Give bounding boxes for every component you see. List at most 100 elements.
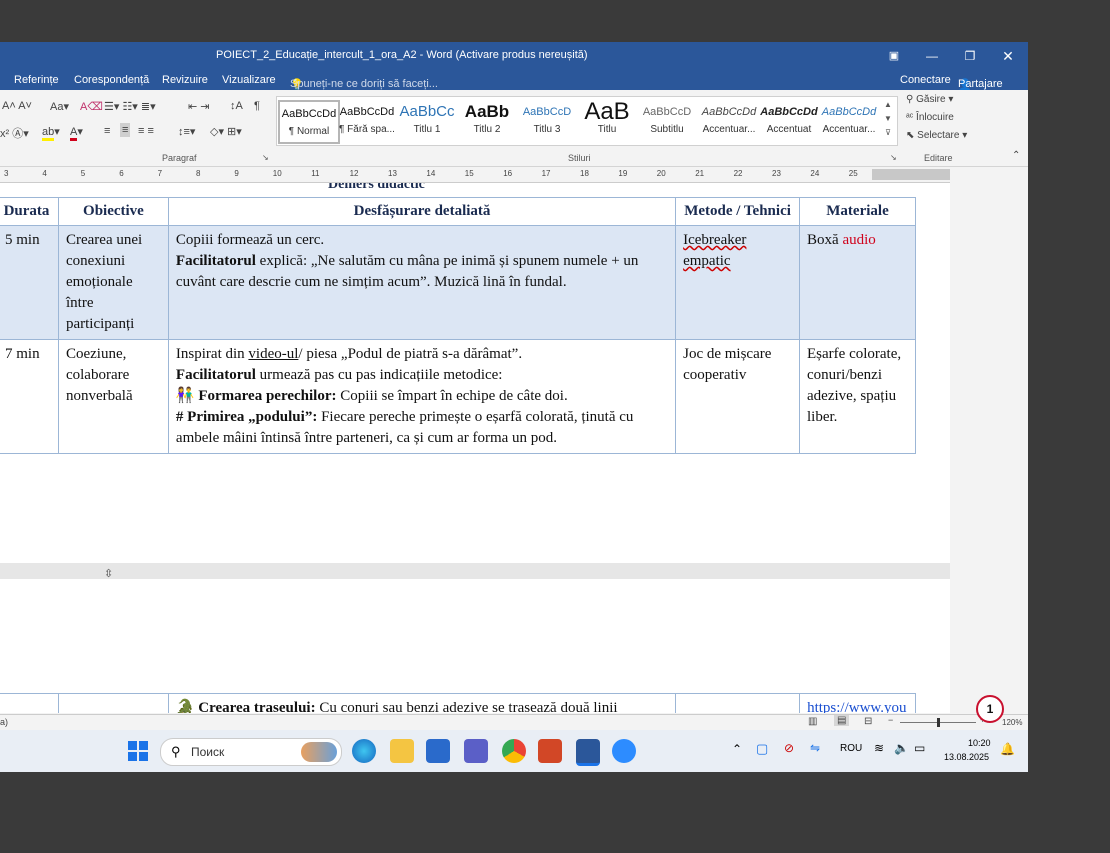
- screen-capture-icon[interactable]: ▢: [756, 741, 768, 757]
- read-mode-icon[interactable]: ▥: [808, 716, 817, 727]
- zoom-app-icon[interactable]: [612, 739, 636, 763]
- collapse-ribbon-icon[interactable]: ⌃: [1012, 150, 1020, 161]
- style-heading-2[interactable]: AaBb Titlu 2: [458, 100, 516, 140]
- network-shared-icon[interactable]: ⇋: [810, 741, 820, 755]
- notification-icon[interactable]: 🔔: [1000, 742, 1015, 756]
- bullets-icon[interactable]: ☰▾ ☷▾ ≣▾: [104, 100, 156, 113]
- wifi-icon[interactable]: ≋: [874, 741, 884, 755]
- teams-icon[interactable]: [464, 739, 488, 763]
- style-subtitle[interactable]: AaBbCcD Subtitlu: [638, 100, 696, 140]
- ruler-tick: 25: [848, 169, 858, 178]
- gallery-scroll[interactable]: ▲ ▼ ⊽: [882, 98, 894, 142]
- align-left-icon[interactable]: ≡: [104, 125, 110, 137]
- cell-materiale[interactable]: https://www.youtube.com/watch?v=nWP9Q: [799, 693, 916, 713]
- styles-group-label: Stiluri: [568, 153, 591, 163]
- print-layout-icon[interactable]: ▤: [834, 715, 850, 726]
- style-preview: AaBbCcDd: [760, 106, 818, 118]
- edge-icon[interactable]: [352, 739, 376, 763]
- tab-referinte[interactable]: Referințe: [14, 74, 59, 86]
- replace-button[interactable]: ᵃᶜ Înlocuire: [906, 112, 954, 123]
- indent-icon[interactable]: ⇤ ⇥: [188, 100, 210, 113]
- change-case-icon[interactable]: Aa▾: [50, 100, 69, 113]
- style-heading-1[interactable]: AaBbCc Titlu 1: [398, 100, 456, 140]
- paragraph-group-label: Paragraf: [162, 153, 197, 163]
- style-preview: AaBbCcDd: [281, 108, 337, 120]
- sort-icon[interactable]: ↕A: [230, 100, 243, 112]
- style-subtle-emphasis[interactable]: AaBbCcDd Accentuar...: [700, 100, 758, 140]
- style-heading-3[interactable]: AaBbCcD Titlu 3: [518, 100, 576, 140]
- select-button[interactable]: ⬉ Selectare ▾: [906, 130, 967, 141]
- style-no-spacing[interactable]: AaBbCcDd ¶ Fără spa...: [338, 100, 396, 140]
- table-header-row: Durata Obiective Desfășurare detaliată M…: [0, 197, 916, 226]
- minimize-button[interactable]: —: [918, 46, 946, 66]
- cell-obiective[interactable]: Coeziune, colaborare nonverbală: [57, 339, 169, 454]
- volume-icon[interactable]: 🔈: [894, 741, 909, 755]
- style-name: Accentuat: [766, 124, 812, 135]
- cell-metode[interactable]: [675, 693, 801, 713]
- connect-link[interactable]: Conectare: [900, 74, 951, 86]
- file-explorer-icon[interactable]: [390, 739, 414, 763]
- replace-label: Înlocuire: [916, 112, 954, 123]
- ruler-tick: 3: [4, 169, 9, 178]
- text-effects-icon[interactable]: x² Ⓐ▾: [0, 125, 29, 141]
- ruler-tick: 16: [503, 169, 513, 178]
- paragraph-launcher-icon[interactable]: ↘: [262, 153, 269, 162]
- cell-durata[interactable]: 7 min: [0, 339, 59, 454]
- ribbon-display-icon[interactable]: ▣: [880, 46, 908, 66]
- battery-icon[interactable]: ▭: [914, 741, 925, 755]
- maximize-button[interactable]: ❐: [956, 46, 984, 66]
- align-center-icon[interactable]: ≡: [120, 123, 131, 137]
- cell-obiective[interactable]: Crearea unei conexiuni emoționale între …: [57, 225, 169, 340]
- text: Inspirat din: [175, 346, 249, 362]
- style-title[interactable]: AaB Titlu: [578, 100, 636, 140]
- cell-desfasurare[interactable]: Inspirat din video-ul/ piesa „Podul de p…: [167, 339, 677, 454]
- web-layout-icon[interactable]: ⊟: [864, 716, 872, 727]
- close-button[interactable]: ✕: [994, 46, 1022, 66]
- chrome-icon[interactable]: [502, 739, 526, 763]
- security-icon[interactable]: ⊘: [784, 741, 794, 755]
- tab-corespondenta[interactable]: Corespondență: [74, 74, 149, 86]
- ruler-tick: 7: [157, 169, 163, 178]
- styles-launcher-icon[interactable]: ↘: [890, 153, 897, 162]
- zoom-out-icon[interactable]: −: [888, 715, 893, 725]
- find-button[interactable]: ⚲ Găsire ▾: [906, 94, 953, 105]
- ruler-tick: 5: [80, 169, 86, 178]
- windows-start-icon[interactable]: [128, 741, 148, 761]
- youtube-link[interactable]: https://www.youtube.com/watch?v=nWP9Q: [807, 700, 906, 713]
- style-normal[interactable]: AaBbCcDd ¶ Normal: [278, 100, 340, 144]
- word-icon[interactable]: [576, 739, 600, 766]
- pilcrow-icon[interactable]: ¶: [254, 100, 260, 112]
- zoom-thumb[interactable]: [937, 718, 940, 727]
- tab-vizualizare[interactable]: Vizualizare: [222, 74, 276, 86]
- cell-metode[interactable]: Joc de mișcare cooperativ: [675, 339, 801, 454]
- cell-durata[interactable]: [0, 693, 59, 713]
- ruler-tick: 20: [656, 169, 666, 178]
- cell-durata[interactable]: 5 min: [0, 225, 59, 340]
- font-color-icon[interactable]: A▾: [70, 125, 83, 141]
- store-icon[interactable]: [426, 739, 450, 763]
- cell-obiective[interactable]: [57, 693, 169, 713]
- font-size-down-icon[interactable]: A˄ A˅: [2, 100, 32, 112]
- bold-facilitator: Facilitatorul: [175, 253, 256, 269]
- powerpoint-icon[interactable]: [538, 739, 562, 763]
- style-emphasis[interactable]: AaBbCcDd Accentuat: [760, 100, 818, 140]
- cell-materiale[interactable]: Eșarfe colorate, conuri/benzi adezive, s…: [799, 339, 916, 454]
- style-intense-emphasis[interactable]: AaBbCcDd Accentuar...: [820, 100, 878, 140]
- taskbar-search[interactable]: ⚲ Поиск: [160, 738, 342, 766]
- clock-date[interactable]: 13.08.2025: [944, 752, 989, 762]
- clear-formatting-icon[interactable]: A⌫: [80, 100, 103, 113]
- shading-icon[interactable]: ◇▾ ⊞▾: [210, 125, 242, 138]
- language-indicator[interactable]: ROU: [840, 743, 862, 754]
- align-right-icon[interactable]: ≡ ≡: [138, 125, 154, 137]
- cell-materiale[interactable]: Boxă audio: [799, 225, 916, 340]
- cell-desfasurare[interactable]: 🐊 Crearea traseului: Cu conuri sau benzi…: [167, 693, 677, 713]
- highlight-icon[interactable]: ab▾: [42, 125, 60, 141]
- search-icon: ⚲: [906, 94, 914, 105]
- clock-time[interactable]: 10:20: [968, 738, 991, 748]
- cell-desfasurare[interactable]: Copiii formează un cerc. Facilitatorul e…: [167, 225, 677, 340]
- cell-metode[interactable]: Icebreaker empatic: [675, 225, 801, 340]
- line-spacing-icon[interactable]: ↕≡▾: [178, 125, 195, 138]
- chevron-up-icon[interactable]: ⌃: [732, 742, 742, 756]
- zoom-level[interactable]: 120%: [1002, 718, 1022, 727]
- tab-revizuire[interactable]: Revizuire: [162, 74, 208, 86]
